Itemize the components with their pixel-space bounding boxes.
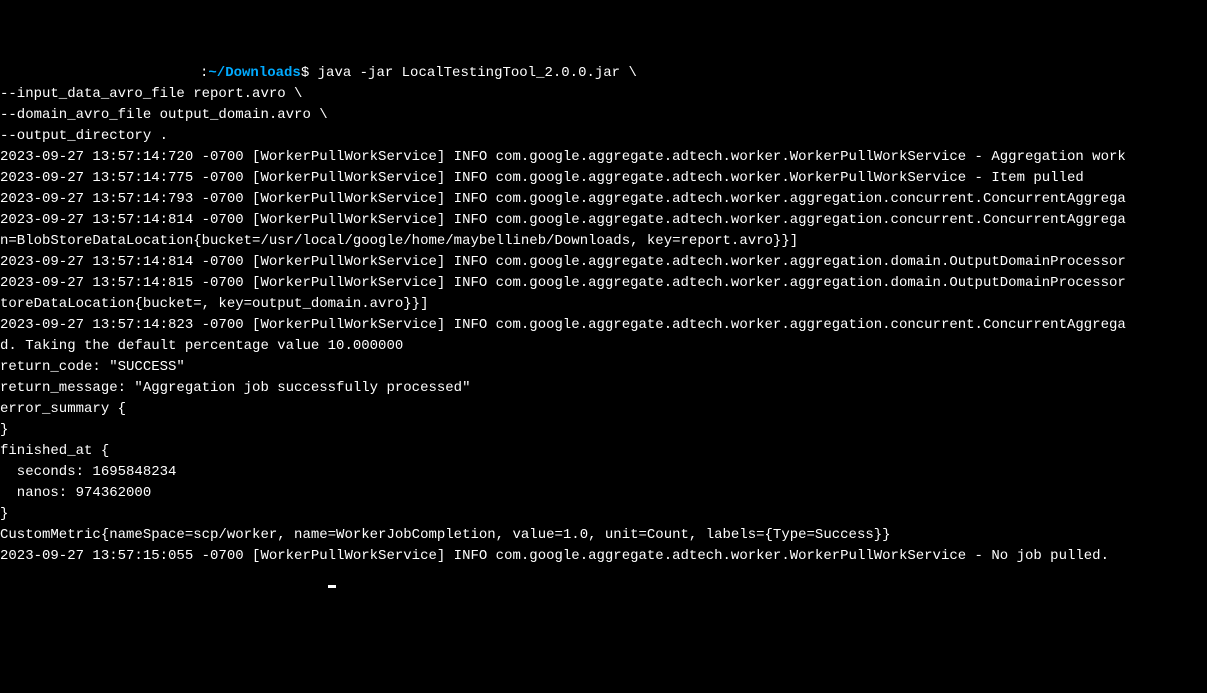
cursor-icon: [328, 585, 336, 588]
log-line: error_summary {: [0, 399, 1207, 420]
prompt-line: :~/Downloads$ java -jar LocalTestingTool…: [0, 63, 1207, 84]
log-line: seconds: 1695848234: [0, 462, 1207, 483]
command-arg-line: --domain_avro_file output_domain.avro \: [0, 105, 1207, 126]
prompt-path: ~/Downloads: [208, 65, 300, 81]
terminal-output[interactable]: :~/Downloads$ java -jar LocalTestingTool…: [0, 63, 1207, 588]
prompt-command: java -jar LocalTestingTool_2.0.0.jar \: [309, 65, 637, 81]
log-line: 2023-09-27 13:57:14:814 -0700 [WorkerPul…: [0, 252, 1207, 273]
log-line: d. Taking the default percentage value 1…: [0, 336, 1207, 357]
log-line: }: [0, 420, 1207, 441]
cursor-line: [0, 569, 336, 585]
log-line: 2023-09-27 13:57:14:793 -0700 [WorkerPul…: [0, 189, 1207, 210]
log-line: return_code: "SUCCESS": [0, 357, 1207, 378]
log-line: finished_at {: [0, 441, 1207, 462]
log-line: n=BlobStoreDataLocation{bucket=/usr/loca…: [0, 231, 1207, 252]
log-line: 2023-09-27 13:57:14:823 -0700 [WorkerPul…: [0, 315, 1207, 336]
log-line: 2023-09-27 13:57:14:720 -0700 [WorkerPul…: [0, 147, 1207, 168]
command-arg-line: --input_data_avro_file report.avro \: [0, 84, 1207, 105]
log-line: }: [0, 504, 1207, 525]
log-line: return_message: "Aggregation job success…: [0, 378, 1207, 399]
log-line: 2023-09-27 13:57:15:055 -0700 [WorkerPul…: [0, 546, 1207, 567]
redacted-hostname: [0, 65, 200, 79]
log-line: 2023-09-27 13:57:14:815 -0700 [WorkerPul…: [0, 273, 1207, 294]
prompt-dollar: $: [301, 65, 309, 81]
log-line: nanos: 974362000: [0, 483, 1207, 504]
log-line: 2023-09-27 13:57:14:814 -0700 [WorkerPul…: [0, 210, 1207, 231]
command-arg-line: --output_directory .: [0, 126, 1207, 147]
log-line: toreDataLocation{bucket=, key=output_dom…: [0, 294, 1207, 315]
log-line: 2023-09-27 13:57:14:775 -0700 [WorkerPul…: [0, 168, 1207, 189]
log-line: CustomMetric{nameSpace=scp/worker, name=…: [0, 525, 1207, 546]
